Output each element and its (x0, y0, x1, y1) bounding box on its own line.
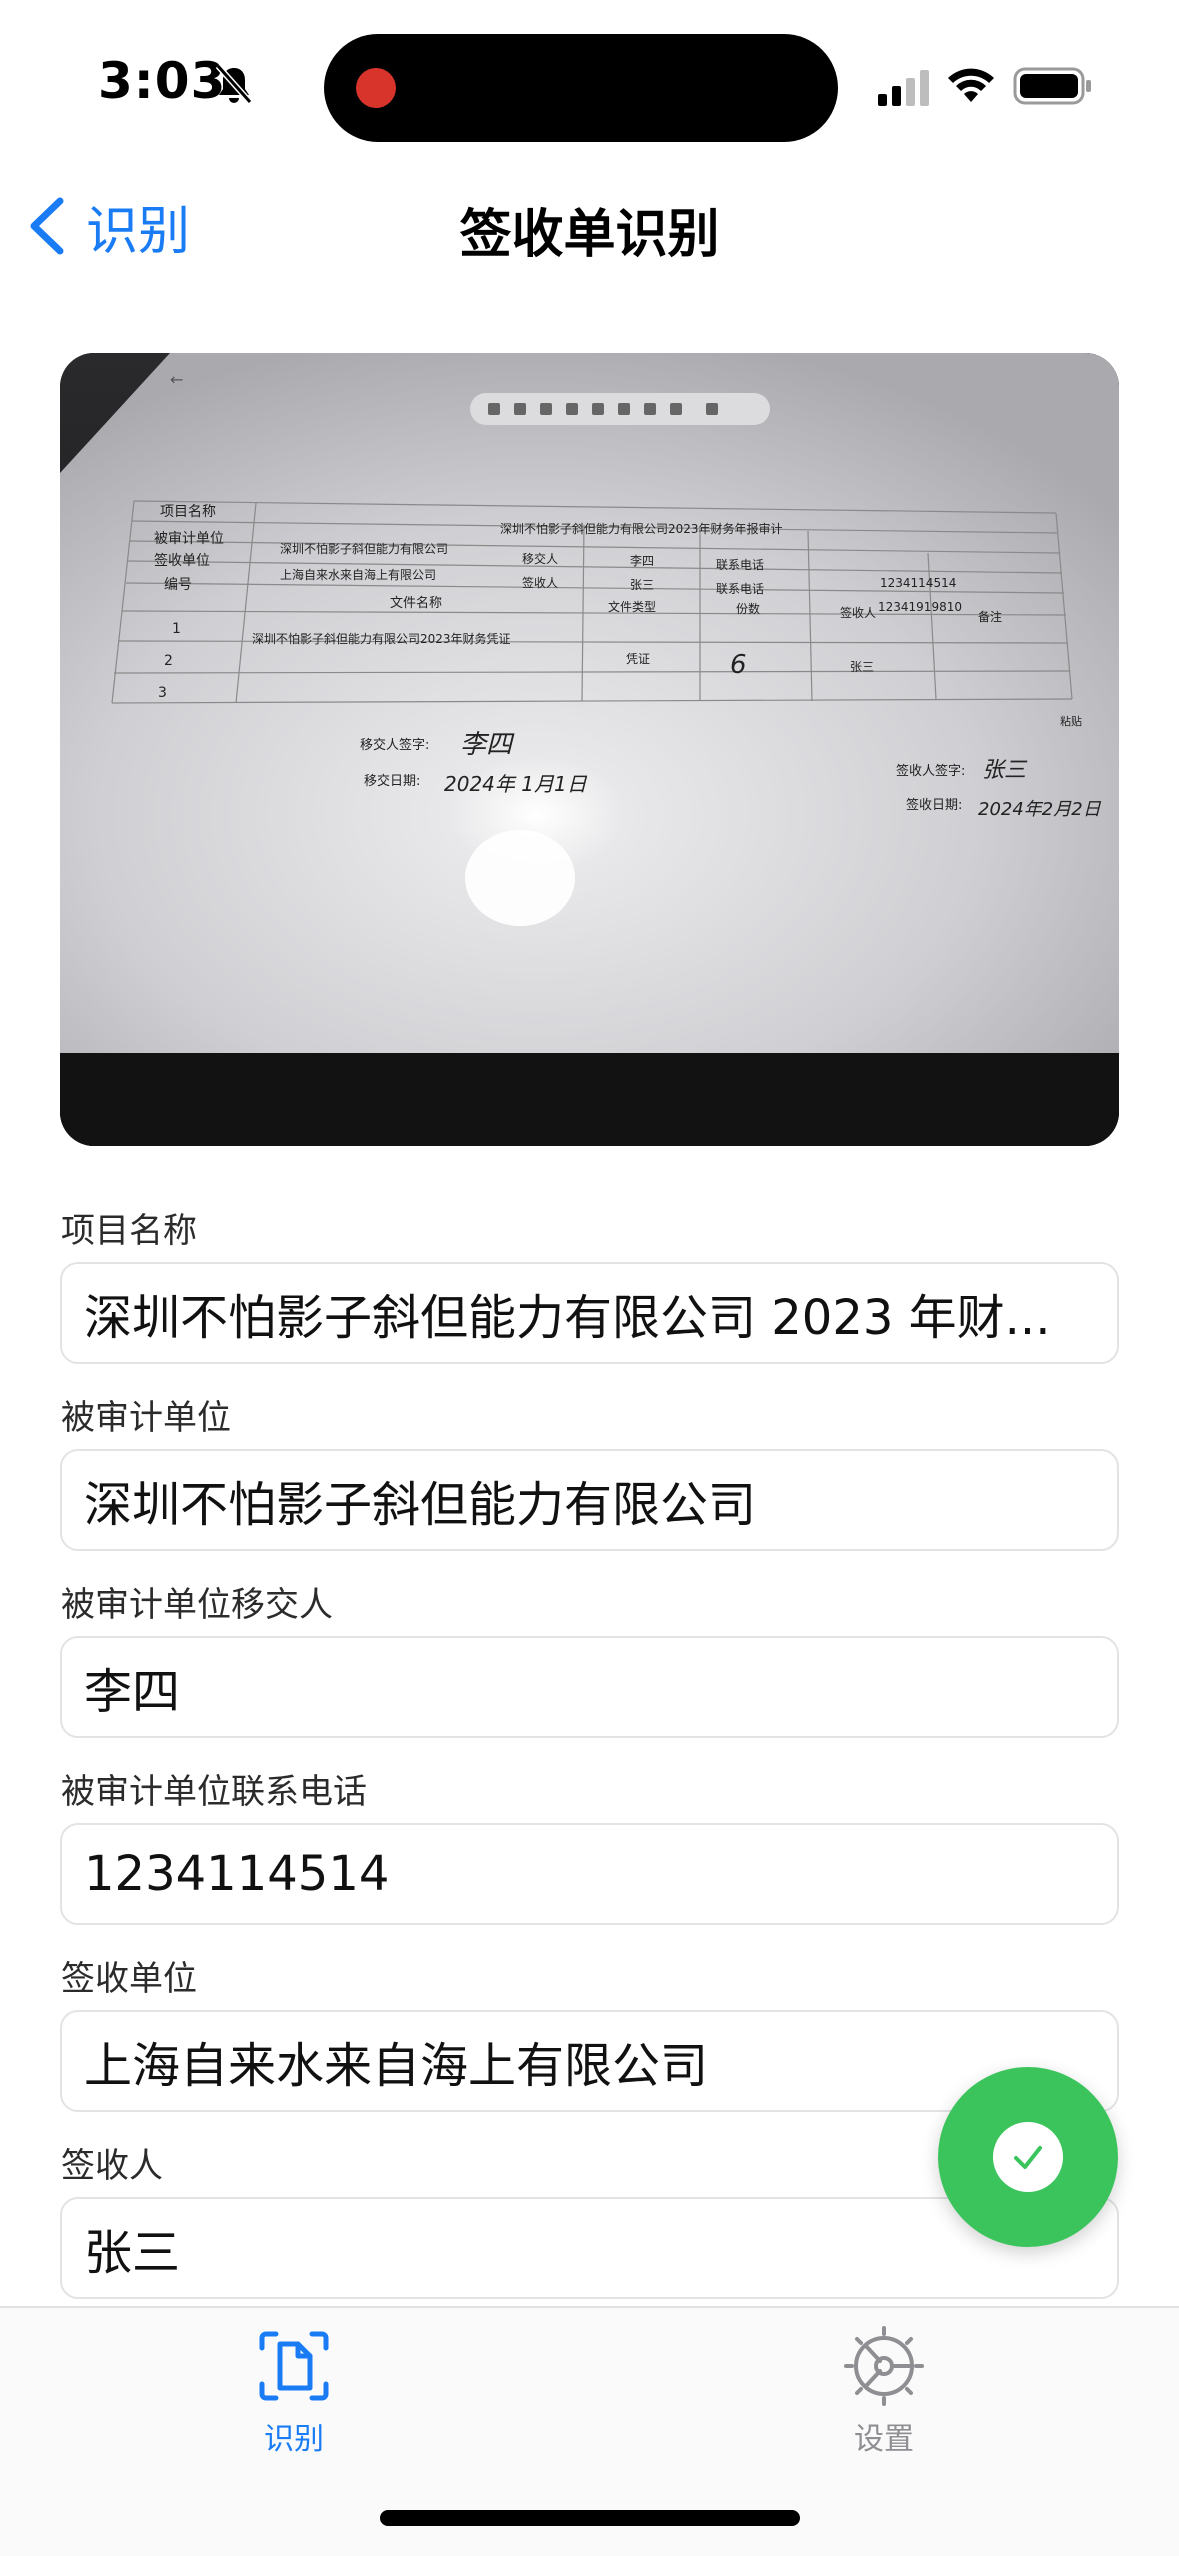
dynamic-island (324, 34, 838, 142)
photo-row1-type: 凭证 (626, 651, 650, 666)
photo-col-no: 编号 (164, 577, 192, 593)
home-indicator (380, 2510, 800, 2526)
tab-settings[interactable]: 设置 (784, 2326, 984, 2458)
photo-row2-no: 2 (164, 653, 173, 669)
receiver-value: 张三 (84, 2225, 181, 2281)
wifi-icon (948, 68, 994, 102)
photo-date-receiver-label: 签收日期: (906, 797, 962, 813)
status-time: 3:03 (98, 52, 227, 110)
photo-sign-receiver-label: 签收人签字: (896, 763, 965, 779)
photo-contact-value-1: 1234114514 (880, 576, 956, 590)
photo-contact-label-2: 联系电话 (716, 582, 764, 596)
photo-date-transfer-value: 2024年 1月1日 (444, 772, 588, 796)
signal-icon (878, 70, 929, 106)
audited-unit-field[interactable]: 深圳不怕影子斜但能力有限公司 (60, 1449, 1119, 1551)
photo-receiver-unit-value: 上海自来水来自海上有限公司 (280, 567, 436, 582)
photo-sign-transfer-value: 李四 (460, 730, 515, 760)
photo-contact-label-1: 联系电话 (716, 558, 764, 572)
photo-date-receiver-value: 2024年2月2日 (978, 799, 1102, 820)
tab-recognize[interactable]: 识别 (194, 2326, 394, 2458)
receipt-photo: ← 项目名称 深圳不怕影子斜但能力有限公司2023年财务年报审计 被审计单位 深… (60, 353, 1119, 1146)
photo-receiver-value: 张三 (630, 578, 654, 592)
photo-receiver-unit-label: 签收单位 (154, 552, 210, 569)
field-label-audited-unit: 被审计单位 (61, 1398, 231, 1438)
battery-icon (1013, 67, 1091, 105)
fab-inner (993, 2122, 1063, 2192)
field-label-audited-phone: 被审计单位联系电话 (61, 1772, 367, 1812)
audited-phone-value: 1234114514 (84, 1846, 390, 1902)
transfer-person-value: 李四 (84, 1664, 181, 1720)
photo-row3-no: 3 (158, 685, 167, 701)
checkmark-icon (1014, 2146, 1042, 2169)
receiver-unit-value: 上海自来水来自海上有限公司 (84, 2038, 709, 2094)
tab-settings-label: 设置 (854, 2422, 914, 2457)
photo-row1-file: 深圳不怕影子斜但能力有限公司2023年财务凭证 (252, 631, 511, 646)
status-bar: 3:03 (0, 0, 1179, 170)
page-title: 签收单识别 (459, 205, 720, 265)
photo-col-signer: 签收人 (840, 605, 876, 620)
photo-receiver-label: 签收人 (522, 575, 558, 590)
photo-transfer-label: 移交人 (522, 551, 558, 566)
photo-audited-label: 被审计单位 (154, 531, 224, 547)
recording-indicator-icon (356, 68, 396, 108)
photo-transfer-value: 李四 (630, 553, 654, 568)
photo-col-type: 文件类型 (608, 599, 656, 614)
photo-row1-count: 6 (730, 650, 747, 680)
field-label-receiver-unit: 签收单位 (61, 1959, 197, 1999)
project-name-field[interactable]: 深圳不怕影子斜但能力有限公司 2023 年财... (60, 1262, 1119, 1364)
confirm-button[interactable] (938, 2067, 1118, 2247)
audited-unit-value: 深圳不怕影子斜但能力有限公司 (84, 1477, 757, 1533)
screen: 3:03 识别 签收单识别 ← 项目名称 深圳不怕影子斜但能力有限公司2023年… (0, 0, 1179, 2556)
photo-sign-transfer-label: 移交人签字: (360, 737, 429, 753)
field-label-receiver: 签收人 (61, 2146, 163, 2186)
svg-text:←: ← (170, 370, 183, 389)
photo-project-label: 项目名称 (160, 504, 216, 520)
photo-paste-label: 粘贴 (1060, 714, 1082, 728)
gear-icon (844, 2326, 924, 2406)
photo-col-file: 文件名称 (390, 595, 442, 611)
photo-sign-receiver-value: 张三 (982, 758, 1028, 783)
field-label-project-name: 项目名称 (61, 1211, 197, 1251)
document-scan-icon (259, 2331, 329, 2401)
photo-row1-signer: 张三 (850, 660, 874, 674)
photo-col-count: 份数 (736, 601, 760, 616)
photo-date-transfer-label: 移交日期: (364, 773, 420, 789)
photo-audited-value: 深圳不怕影子斜但能力有限公司 (280, 541, 448, 556)
photo-contact-value-2: 12341919810 (878, 600, 962, 614)
bell-slash-icon (215, 64, 253, 104)
field-label-transfer-person: 被审计单位移交人 (61, 1585, 333, 1625)
tab-recognize-label: 识别 (264, 2422, 324, 2457)
receipt-photo-image: ← 项目名称 深圳不怕影子斜但能力有限公司2023年财务年报审计 被审计单位 深… (60, 353, 1119, 1146)
audited-phone-field[interactable]: 1234114514 (60, 1823, 1119, 1925)
photo-col-note: 备注 (978, 609, 1002, 624)
transfer-person-field[interactable]: 李四 (60, 1636, 1119, 1738)
photo-project-value: 深圳不怕影子斜但能力有限公司2023年财务年报审计 (500, 521, 783, 536)
photo-row1-no: 1 (172, 621, 181, 637)
project-name-value: 深圳不怕影子斜但能力有限公司 2023 年财... (84, 1290, 1051, 1346)
